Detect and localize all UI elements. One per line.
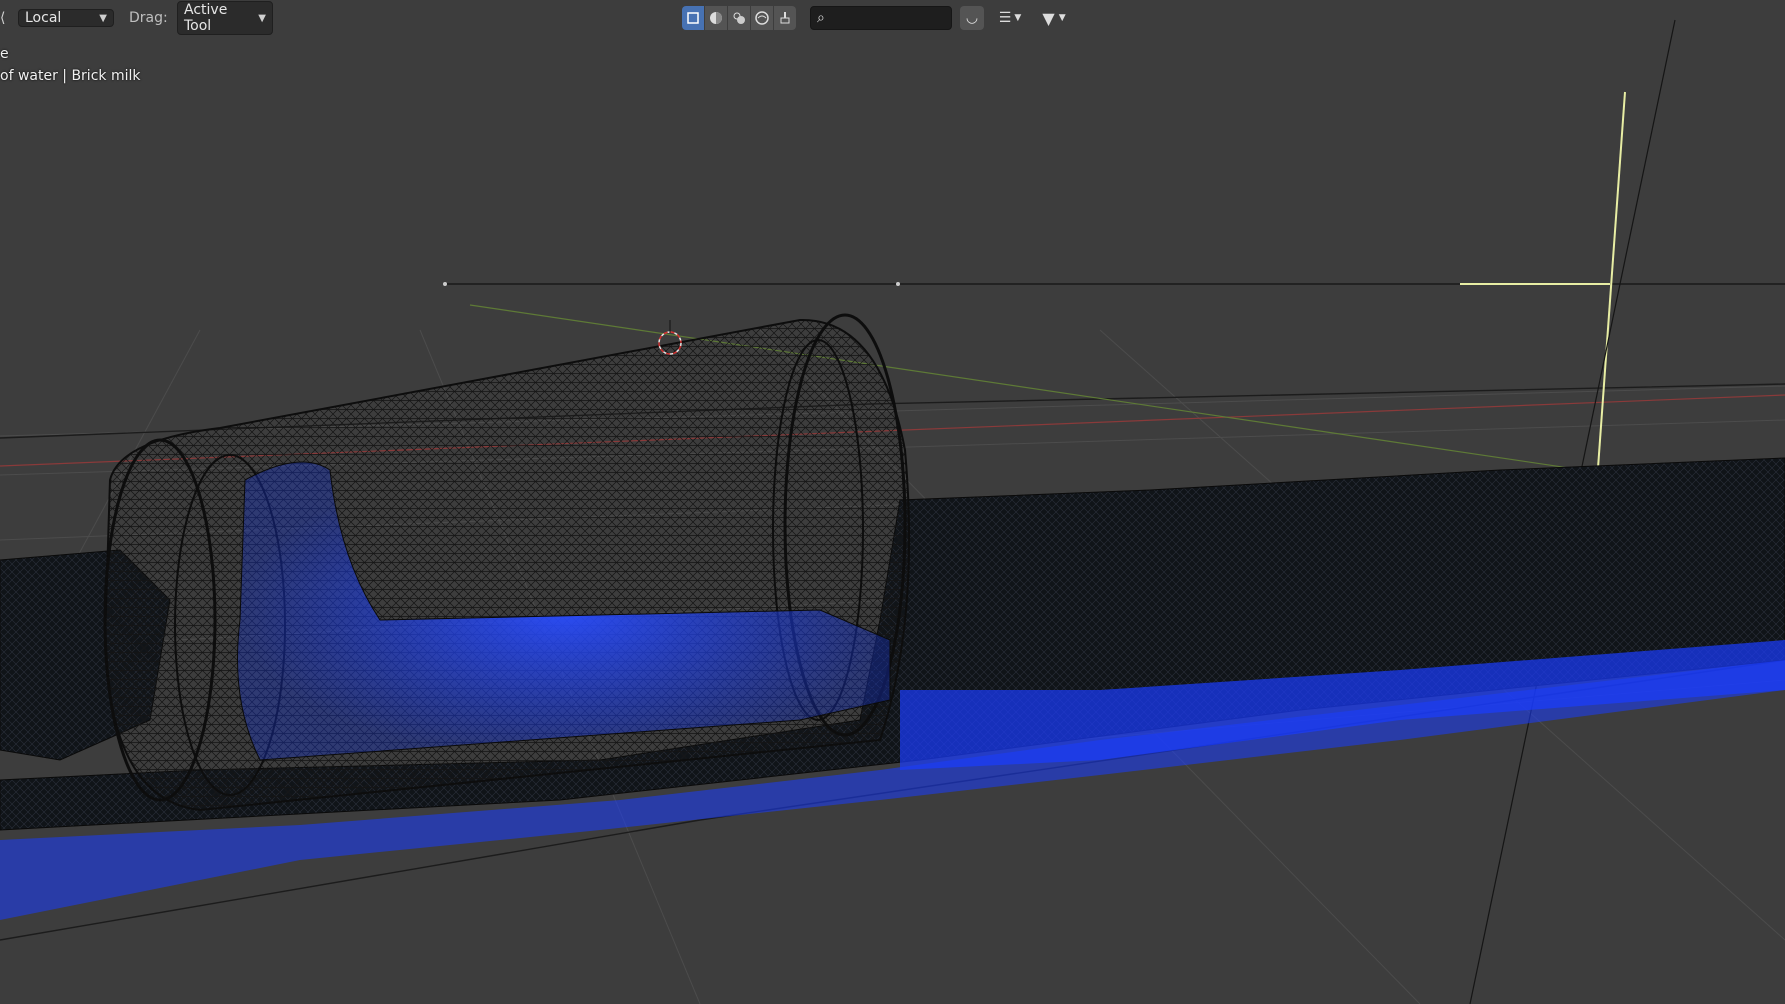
overlay-curve-icon: ◡ [965,10,979,26]
drag-tool[interactable]: Active Tool ▼ [177,1,273,35]
shading-button-group [682,6,796,30]
viewport-info-line2: of water | Brick milk [0,68,141,84]
transform-orientation-icon: ⟨ [0,10,6,26]
filter-wrap: ▼ ▼ [1034,6,1074,30]
wireframe-shading-button[interactable] [682,6,704,30]
search-input[interactable] [828,9,943,27]
material-icon [733,12,745,24]
rendered-shading-button[interactable] [751,6,773,30]
overlay-toggle-button[interactable]: ◡ [960,6,984,30]
viewport-header: ⟨ Local ▼ Drag: Active Tool ▼ ⌕ ◡ ☰ ▼ ▼ … [0,0,1785,36]
retopology-button[interactable] [774,6,796,30]
display-mode-wrap: ☰ ▼ [992,6,1028,30]
chevron-down-icon: ▼ [1058,13,1066,23]
search-wrap: ⌕ [810,6,952,30]
drag-label: Drag: [129,10,168,26]
display-mode-dropdown[interactable]: ☰ ▼ [992,6,1028,30]
rendered-sphere-icon [755,11,769,25]
shading-modes [682,6,796,30]
search-field[interactable]: ⌕ [810,6,952,30]
vertex-dot [896,282,900,286]
chevron-down-icon: ▼ [258,12,266,24]
transform-orientation[interactable]: ⟨ Local ▼ [0,6,114,30]
transform-orientation-dropdown[interactable]: Local ▼ [18,9,114,27]
chevron-down-icon: ▼ [99,12,107,24]
solid-sphere-icon [710,12,722,24]
drag-tool-value: Active Tool [184,2,228,34]
brush-icon [780,12,790,24]
vertex-dot [443,282,447,286]
drag-label-wrap: Drag: [129,6,168,30]
viewport-scene[interactable] [0,0,1785,1004]
outliner-tree-icon: ☰ [998,10,1012,26]
filter-dropdown[interactable]: ▼ ▼ [1034,6,1074,30]
chevron-down-icon: ▼ [1014,13,1022,23]
3d-viewport[interactable]: ⟨ Local ▼ Drag: Active Tool ▼ ⌕ ◡ ☰ ▼ ▼ … [0,0,1785,1004]
search-icon: ⌕ [817,10,825,26]
solid-shading-button[interactable] [705,6,727,30]
drag-tool-dropdown[interactable]: Active Tool ▼ [177,1,273,35]
transform-orientation-value: Local [25,10,62,26]
wireframe-icon [687,12,699,24]
material-preview-button[interactable] [728,6,750,30]
overlay-toggle-wrap: ◡ [960,6,984,30]
viewport-info-line1: e [0,46,9,62]
filter-funnel-icon: ▼ [1042,8,1055,28]
